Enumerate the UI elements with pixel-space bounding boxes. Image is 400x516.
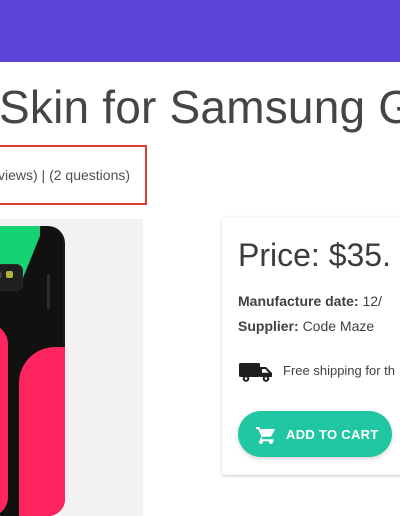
supplier-label: Supplier:	[238, 318, 299, 334]
manufacture-date-label: Manufacture date:	[238, 293, 359, 309]
add-to-cart-button[interactable]: ADD TO CART	[238, 411, 392, 457]
manufacture-date: Manufacture date: 12/	[238, 293, 382, 309]
shopping-cart-icon	[254, 422, 278, 446]
reviews-questions-text: views) | (2 questions)	[0, 167, 131, 183]
manufacture-date-value: 12/	[362, 293, 382, 309]
phone-camera	[0, 264, 23, 291]
phone-pink-left-shape	[0, 324, 8, 516]
product-details-card: Price: $35. Manufacture date: 12/ Suppli…	[222, 217, 400, 475]
top-app-bar	[0, 0, 400, 62]
reviews-questions-highlight: views) | (2 questions)	[0, 145, 147, 205]
add-to-cart-label: ADD TO CART	[286, 426, 379, 442]
supplier-value: Code Maze	[302, 318, 375, 334]
shipping-info: Free shipping for th	[238, 357, 400, 387]
phone-skin-image	[0, 226, 65, 516]
phone-pink-right-shape	[19, 347, 65, 516]
truck-icon	[238, 359, 274, 383]
phone-side-button	[47, 274, 50, 309]
supplier: Supplier: Code Maze	[238, 318, 374, 334]
product-title: Skin for Samsung G	[0, 81, 400, 133]
shipping-text: Free shipping for th	[283, 363, 396, 378]
price-text: Price: $35.	[238, 237, 391, 273]
product-image-panel	[0, 219, 143, 516]
